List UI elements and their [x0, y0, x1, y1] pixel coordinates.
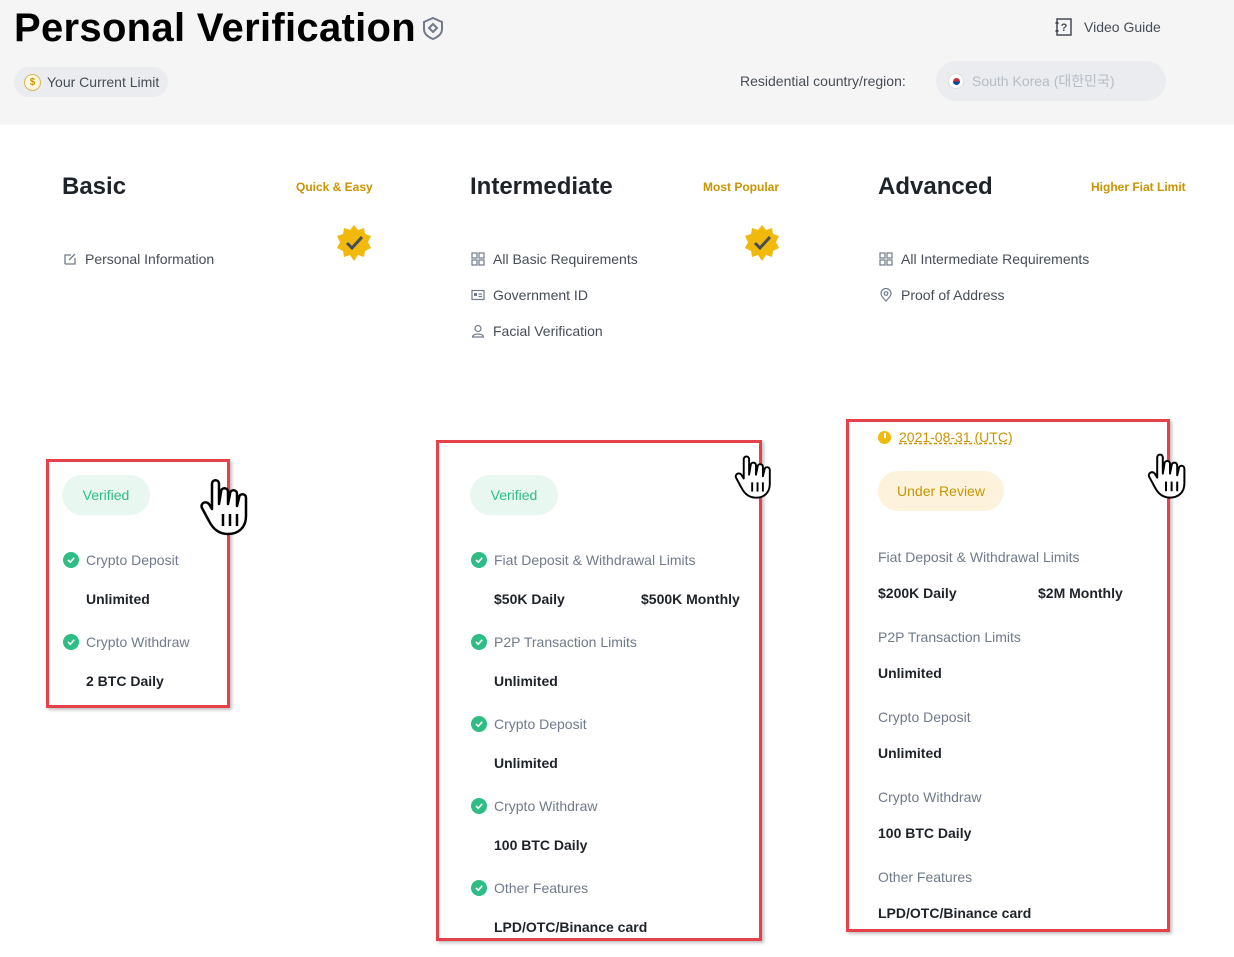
page-title: Personal Verification: [14, 6, 417, 50]
requirement-label: Government ID: [493, 287, 588, 303]
requirement-label: Personal Information: [85, 251, 215, 267]
review-date-link[interactable]: 2021-08-31 (UTC): [878, 429, 1013, 445]
tier-intermediate-tag: Most Popular: [703, 180, 780, 194]
requirement-label: All Basic Requirements: [493, 251, 638, 267]
check-circle-icon: [471, 716, 487, 732]
svg-text:?: ?: [1061, 22, 1068, 34]
requirement-basic: All Basic Requirements: [471, 251, 638, 267]
check-circle-icon: [63, 552, 79, 568]
feature-value: 100 BTC Daily: [878, 825, 972, 841]
feature-value: Unlimited: [494, 673, 558, 689]
requirement-label: Proof of Address: [901, 287, 1005, 303]
feature-value: LPD/OTC/Binance card: [494, 919, 648, 935]
tier-advanced-title: Advanced: [878, 173, 993, 200]
tier-basic-title: Basic: [62, 173, 127, 200]
check-circle-icon: [63, 634, 79, 650]
requirement-intermediate: All Intermediate Requirements: [879, 251, 1089, 267]
feature-label: Crypto Deposit: [494, 716, 587, 732]
feature-value: Unlimited: [878, 665, 942, 681]
hand-cursor-icon: [734, 455, 771, 499]
hand-cursor-icon: [1147, 453, 1186, 499]
status-badge-advanced: Under Review: [878, 471, 1004, 511]
check-circle-icon: [471, 798, 487, 814]
tier-basic-tag: Quick & Easy: [296, 180, 373, 194]
country-label: Residential country/region:: [740, 73, 906, 89]
help-book-icon: ?: [1055, 18, 1072, 36]
tier-intermediate-title: Intermediate: [470, 173, 613, 200]
feature-label: Crypto Withdraw: [878, 789, 982, 805]
feature-label: Crypto Withdraw: [494, 798, 598, 814]
feature-label: Crypto Deposit: [878, 709, 971, 725]
feature-label: Crypto Deposit: [86, 552, 179, 568]
feature-other: Other Features: [471, 880, 588, 896]
shield-icon: [423, 16, 443, 40]
video-guide-label: Video Guide: [1084, 19, 1161, 35]
location-pin-icon: [880, 288, 892, 302]
id-card-icon: [471, 289, 485, 301]
feature-crypto-withdraw: Crypto Withdraw: [63, 634, 189, 650]
verified-badge-icon: [745, 225, 779, 261]
video-guide-link[interactable]: ? Video Guide: [1054, 17, 1161, 37]
feature-label: Crypto Withdraw: [86, 634, 190, 650]
feature-crypto-deposit: Crypto Deposit: [471, 716, 587, 732]
fiat-daily-value: $50K Daily: [494, 591, 565, 607]
feature-fiat-limits: Fiat Deposit & Withdrawal Limits: [471, 552, 696, 568]
requirement-label: All Intermediate Requirements: [901, 251, 1090, 267]
country-value: South Korea (대한민국): [972, 73, 1115, 89]
coin-icon: $: [24, 73, 41, 91]
requirement-label: Facial Verification: [493, 323, 603, 339]
requirement-personal-info: Personal Information: [63, 251, 214, 267]
status-badge-intermediate: Verified: [470, 475, 558, 515]
feature-p2p-limits: P2P Transaction Limits: [471, 634, 637, 650]
feature-label: Other Features: [878, 869, 973, 885]
status-badge-basic: Verified: [62, 475, 150, 515]
feature-label: Other Features: [494, 880, 589, 896]
check-circle-icon: [471, 552, 487, 568]
clock-icon: [878, 430, 891, 444]
page-header: Personal Verification ? Video Guide $ Yo…: [0, 0, 1234, 125]
feature-label: P2P Transaction Limits: [878, 629, 1021, 645]
tier-advanced-tag: Higher Fiat Limit: [1091, 180, 1186, 194]
hand-cursor-icon: [200, 479, 248, 536]
grid-icon: [879, 252, 893, 266]
feature-value: 2 BTC Daily: [86, 673, 164, 689]
requirement-proof-of-address: Proof of Address: [879, 287, 1005, 303]
fiat-monthly-value: $500K Monthly: [641, 591, 740, 607]
feature-value: Unlimited: [494, 755, 558, 771]
feature-label: Fiat Deposit & Withdrawal Limits: [494, 552, 696, 568]
check-circle-icon: [471, 634, 487, 650]
feature-crypto-deposit: Crypto Deposit: [63, 552, 179, 568]
current-limit-label: Your Current Limit: [47, 74, 160, 90]
feature-value: 100 BTC Daily: [494, 837, 588, 853]
review-date: 2021-08-31 (UTC): [899, 429, 1013, 445]
current-limit-button[interactable]: $ Your Current Limit: [14, 67, 169, 97]
requirement-government-id: Government ID: [471, 287, 588, 303]
feature-label: P2P Transaction Limits: [494, 634, 637, 650]
verified-badge-icon: [337, 225, 371, 261]
grid-icon: [471, 252, 485, 266]
feature-value: LPD/OTC/Binance card: [878, 905, 1032, 921]
highlight-box-intermediate: [436, 440, 762, 941]
korea-flag-icon: [948, 73, 964, 89]
requirement-facial: Facial Verification: [471, 323, 603, 339]
feature-crypto-withdraw: Crypto Withdraw: [471, 798, 597, 814]
check-circle-icon: [471, 880, 487, 896]
user-icon: [471, 324, 485, 338]
fiat-daily-value: $200K Daily: [878, 585, 957, 601]
feature-value: Unlimited: [878, 745, 942, 761]
edit-icon: [64, 253, 76, 265]
fiat-monthly-value: $2M Monthly: [1038, 585, 1123, 601]
feature-value: Unlimited: [86, 591, 150, 607]
country-select[interactable]: South Korea (대한민국): [936, 61, 1166, 101]
feature-label: Fiat Deposit & Withdrawal Limits: [878, 549, 1080, 565]
